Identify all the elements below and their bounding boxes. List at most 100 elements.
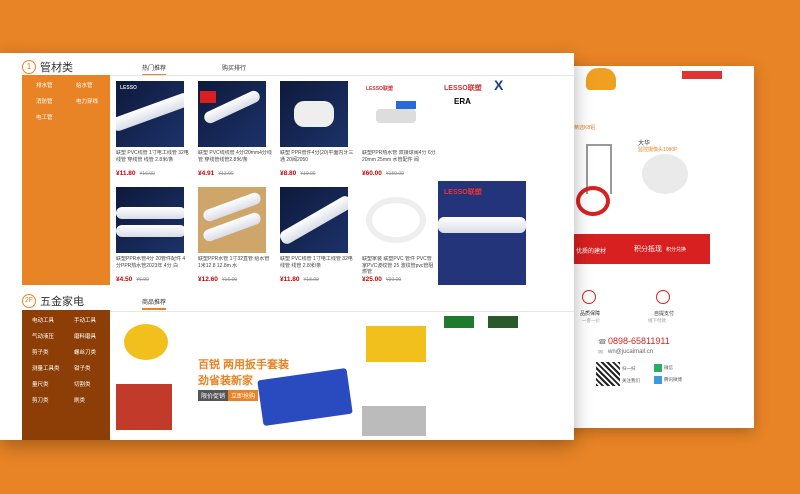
cat-hand-tools[interactable]: 手动工具 — [74, 316, 96, 324]
divider — [110, 311, 574, 312]
product-price: ¥60.00 — [362, 170, 382, 177]
drill-yellow-image — [366, 326, 426, 362]
floor1-header: 1 管材类 热门推荐 购买排行 — [0, 57, 574, 77]
product-image[interactable] — [198, 187, 266, 253]
product-image[interactable]: LESSO — [116, 81, 184, 147]
service-pay: 自提支付 — [654, 311, 675, 317]
email-icon: ✉ — [598, 350, 604, 356]
product-card[interactable]: LESSO 联塑 PVC线管 1寸电工线管 32电线管 穿线管 线管 2.8米/… — [116, 81, 190, 181]
product-old-price: ¥16.00 — [221, 277, 238, 283]
product-image[interactable]: LESSO联塑 — [362, 81, 430, 147]
product-image[interactable] — [362, 187, 430, 253]
cat-power-tools[interactable]: 电动工具 — [32, 316, 54, 324]
hose-image — [576, 186, 610, 216]
product-name[interactable]: 联塑 PVC线线管 4分/20mm4分线管 穿线管线管2.8米/条 — [198, 150, 272, 170]
product-card[interactable]: 联塑 PPR管件4分(20)平面内牙三通 20阀2050 ¥8.80 ¥10.00 — [280, 81, 354, 181]
product-old-price: ¥150.00 — [385, 171, 404, 177]
brand-panel[interactable]: LESSO联塑 X ERA — [440, 75, 526, 175]
cat-water[interactable]: 给水管 — [76, 81, 93, 89]
cat-pneumatic[interactable]: 气动液压 — [32, 332, 54, 340]
era-logo[interactable]: ERA — [454, 97, 471, 106]
banner-line1: 百锐 两用扳手套装 — [198, 359, 290, 371]
promo-text: 优质的建材 — [576, 249, 607, 255]
product-card[interactable]: 联塑 PVC线线管 4分/20mm4分线管 穿线管线管2.8米/条 ¥4.91 ¥… — [198, 81, 272, 181]
floor1-category-panel: 排水管 给水管 消防管 电力穿线 电工管 — [22, 75, 110, 285]
product-name[interactable]: 联塑PPR水管 1寸32直管 给水管 1米12.8 12.8m 水 — [198, 256, 272, 276]
product-image[interactable] — [116, 187, 184, 253]
brand-badge-2 — [488, 316, 518, 328]
wrench-set-image — [257, 367, 353, 427]
ad-banner[interactable]: LESSO联塑 — [438, 181, 526, 285]
cat-pliers[interactable]: 钳子类 — [74, 364, 91, 372]
helmet-image — [586, 68, 616, 90]
valve-handle — [396, 101, 416, 109]
cat-power[interactable]: 电力穿线 — [76, 97, 98, 105]
cat-cutting[interactable]: 切割类 — [74, 380, 91, 388]
product-old-price: ¥16.00 — [139, 171, 155, 177]
cat-abrasive[interactable]: 磨料磨具 — [74, 332, 96, 340]
wechat-label[interactable]: 微信 — [664, 365, 673, 371]
product-card[interactable]: 联塑PPR水管4分 20管件配件 4分PPR热水管2023年 4分 白 ¥4.5… — [116, 187, 190, 287]
product-image[interactable] — [198, 81, 266, 147]
buy-button[interactable]: 立即抢购 — [228, 390, 259, 401]
weibo-label[interactable]: 腾讯微博 — [664, 377, 682, 383]
product-name[interactable]: 联塑PPR水管4分 20管件配件 4分PPR热水管2023年 4分 白 — [116, 256, 190, 276]
camera-image — [642, 154, 688, 194]
phone-icon: ☎ — [598, 339, 607, 346]
product-old-price: ¥6.00 — [136, 277, 149, 283]
weibo-icon[interactable] — [654, 376, 662, 384]
product-old-price: ¥18.00 — [303, 277, 319, 283]
service-quality: 品质保障 — [580, 311, 601, 317]
cat-electric[interactable]: 电工管 — [36, 113, 53, 121]
product-price: ¥12.60 — [198, 276, 218, 283]
cat-drain[interactable]: 排水管 — [36, 81, 53, 89]
product-card[interactable]: 联塑PPR水管 1寸32直管 给水管 1米12.8 12.8m 水 ¥12.60… — [198, 187, 272, 287]
product-image[interactable] — [280, 187, 348, 253]
brand-badge-1 — [444, 316, 474, 328]
xlogo-icon[interactable]: X — [494, 77, 503, 93]
cat-scissors[interactable]: 剪子类 — [32, 348, 49, 356]
cat-fire[interactable]: 消防管 — [36, 97, 53, 105]
product-name[interactable]: 联塑 PPR管件4分(20)平面内牙三通 20阀2050 — [280, 150, 354, 170]
scan-link[interactable]: 扫一扫 — [622, 366, 636, 372]
cat-brush[interactable]: 刷类 — [74, 396, 85, 404]
main-page: 1 管材类 热门推荐 购买排行 排水管 给水管 消防管 电力穿线 电工管 LES… — [0, 53, 574, 440]
tee-fitting — [294, 101, 334, 127]
product-price: ¥8.80 — [280, 170, 297, 177]
cat-ruler[interactable]: 量尺类 — [32, 380, 49, 388]
product-price: ¥4.91 — [198, 170, 215, 177]
wallet-icon — [656, 290, 670, 304]
product-image[interactable] — [280, 81, 348, 147]
product-name[interactable]: 联塑家装 联塑PVC 管件 PVC管家PVC波纹管 25 波纹管pvc管阻燃管 — [362, 256, 436, 276]
shield-icon — [582, 290, 596, 304]
product-name[interactable]: 联塑 PVC线管 1寸电工线管 32电线管 穿线管 线管 2.8米/条 — [116, 150, 190, 170]
camera-sub: 监控摄像头1080P — [638, 147, 678, 153]
lesso-logo[interactable]: LESSO联塑 — [444, 83, 482, 93]
lesso-logo: LESSO联塑 — [444, 189, 482, 196]
product-card[interactable]: 联塑 PVC线管 1寸电工线管 32电线管 线管 2.8米/条 ¥11.80 ¥1… — [280, 187, 354, 287]
product-old-price: ¥30.00 — [385, 277, 402, 283]
points-sub: 积分兑换 — [666, 247, 687, 253]
cat-knife[interactable]: 剪刀类 — [32, 396, 49, 404]
tab-recommend[interactable]: 商品推荐 — [142, 297, 167, 310]
hardware-banner[interactable]: 百锐 两用扳手套装 劲省装新家 限价促销 立即抢购 — [110, 314, 574, 440]
follow-link[interactable]: 关注我们 — [622, 378, 640, 384]
service-pay-sub: 线下付款 — [648, 318, 666, 323]
email-text: wn@jucaimall.cn — [608, 349, 654, 355]
product-card[interactable]: LESSO联塑 联塑PPR热水管 双接球阀4分 6分 20mm 25mm 水管配… — [362, 81, 436, 181]
sale-button[interactable]: 限价促销 — [198, 390, 229, 401]
product-price: ¥11.80 — [280, 276, 300, 283]
cat-screwdriver[interactable]: 螺丝刀类 — [74, 348, 96, 356]
toolbox-image — [362, 406, 426, 436]
product-name[interactable]: 联塑 PVC线管 1寸电工线管 32电线管 线管 2.8米/条 — [280, 256, 354, 276]
wechat-icon[interactable] — [654, 364, 662, 372]
drill-red-image — [116, 384, 172, 430]
service-quality-sub: 一客一价 — [582, 318, 600, 323]
points-text[interactable]: 积分抵现 — [634, 244, 662, 254]
product-name[interactable]: 联塑PPR热水管 双接球阀4分 6分 20mm 25mm 水管配件 阀 — [362, 150, 436, 170]
product-card[interactable]: 联塑家装 联塑PVC 管件 PVC管家PVC波纹管 25 波纹管pvc管阻燃管 … — [362, 187, 436, 287]
product-price: ¥4.50 — [116, 276, 133, 283]
promo-badge — [200, 91, 216, 103]
tab-rank[interactable]: 购买排行 — [222, 63, 246, 72]
cat-measure[interactable]: 测量工具类 — [32, 364, 60, 372]
